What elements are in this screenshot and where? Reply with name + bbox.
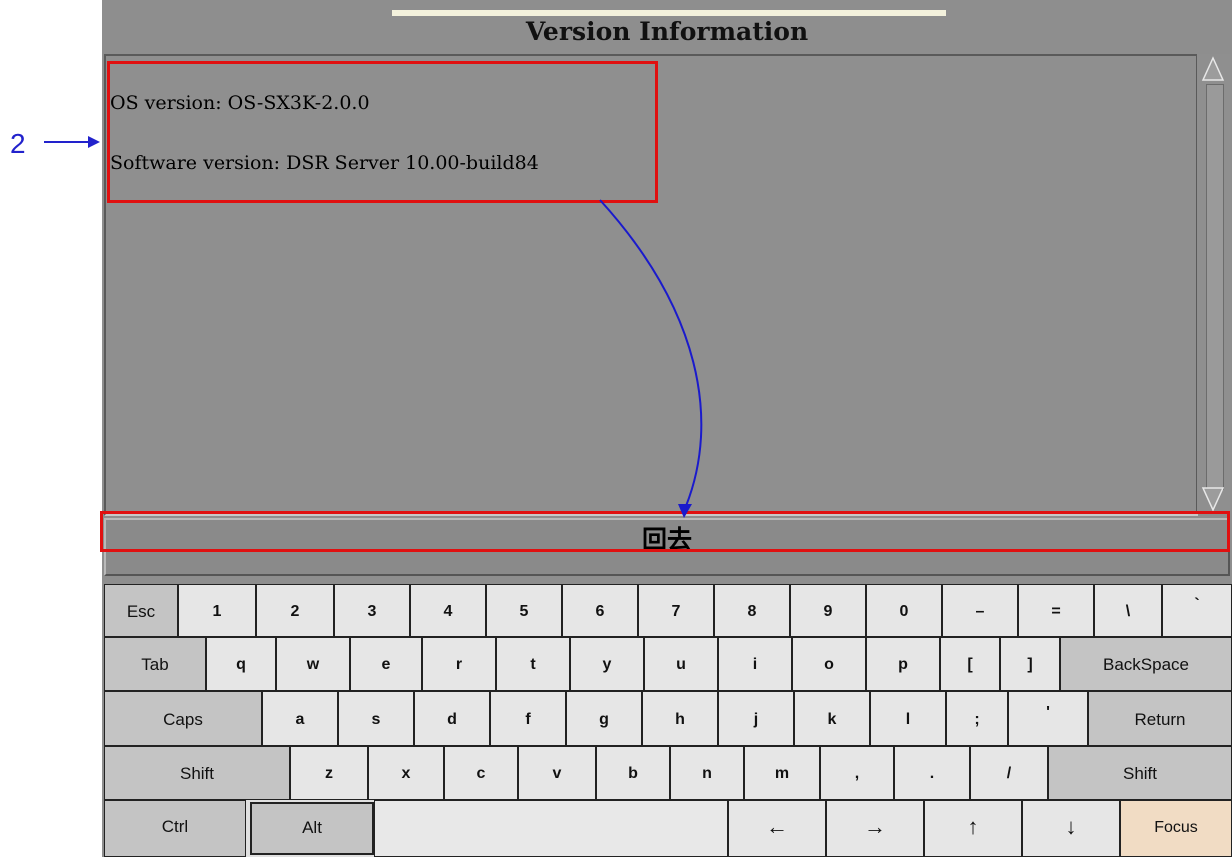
key-d[interactable]: d: [414, 691, 490, 746]
key-quote[interactable]: ': [1008, 691, 1088, 746]
on-screen-keyboard: Esc 1 2 3 4 5 6 7 8 9 0 – = \ ` Tab q w …: [104, 584, 1232, 857]
key-semicolon[interactable]: ;: [946, 691, 1008, 746]
key-arrow-up[interactable]: ↑: [924, 800, 1022, 857]
key-left-bracket[interactable]: [: [940, 637, 1000, 691]
key-2[interactable]: 2: [256, 584, 334, 637]
key-caps[interactable]: Caps: [104, 691, 262, 746]
key-j[interactable]: j: [718, 691, 794, 746]
key-e[interactable]: e: [350, 637, 422, 691]
key-i[interactable]: i: [718, 637, 792, 691]
key-h[interactable]: h: [642, 691, 718, 746]
key-1[interactable]: 1: [178, 584, 256, 637]
key-minus[interactable]: –: [942, 584, 1018, 637]
key-arrow-left[interactable]: ←: [728, 800, 826, 857]
key-k[interactable]: k: [794, 691, 870, 746]
key-tab[interactable]: Tab: [104, 637, 206, 691]
key-x[interactable]: x: [368, 746, 444, 800]
key-backspace[interactable]: BackSpace: [1060, 637, 1232, 691]
key-c[interactable]: c: [444, 746, 518, 800]
key-period[interactable]: .: [894, 746, 970, 800]
key-0[interactable]: 0: [866, 584, 942, 637]
key-u[interactable]: u: [644, 637, 718, 691]
key-9[interactable]: 9: [790, 584, 866, 637]
key-backslash[interactable]: \: [1094, 584, 1162, 637]
key-slash[interactable]: /: [970, 746, 1048, 800]
key-b[interactable]: b: [596, 746, 670, 800]
key-5[interactable]: 5: [486, 584, 562, 637]
key-m[interactable]: m: [744, 746, 820, 800]
key-equals[interactable]: =: [1018, 584, 1094, 637]
key-w[interactable]: w: [276, 637, 350, 691]
key-s[interactable]: s: [338, 691, 414, 746]
key-z[interactable]: z: [290, 746, 368, 800]
key-o[interactable]: o: [792, 637, 866, 691]
key-right-shift[interactable]: Shift: [1048, 746, 1232, 800]
key-4[interactable]: 4: [410, 584, 486, 637]
key-focus[interactable]: Focus: [1120, 800, 1232, 857]
key-6[interactable]: 6: [562, 584, 638, 637]
key-esc[interactable]: Esc: [104, 584, 178, 637]
key-arrow-down[interactable]: ↓: [1022, 800, 1120, 857]
key-f[interactable]: f: [490, 691, 566, 746]
key-r[interactable]: r: [422, 637, 496, 691]
key-t[interactable]: t: [496, 637, 570, 691]
key-arrow-right[interactable]: →: [826, 800, 924, 857]
key-p[interactable]: p: [866, 637, 940, 691]
key-space[interactable]: [374, 800, 728, 857]
key-left-shift[interactable]: Shift: [104, 746, 290, 800]
key-backtick[interactable]: `: [1162, 584, 1232, 637]
key-a[interactable]: a: [262, 691, 338, 746]
key-l[interactable]: l: [870, 691, 946, 746]
key-alt[interactable]: Alt: [250, 802, 374, 855]
key-right-bracket[interactable]: ]: [1000, 637, 1060, 691]
key-ctrl[interactable]: Ctrl: [104, 800, 246, 857]
key-8[interactable]: 8: [714, 584, 790, 637]
key-return[interactable]: Return: [1088, 691, 1232, 746]
key-7[interactable]: 7: [638, 584, 714, 637]
key-g[interactable]: g: [566, 691, 642, 746]
key-n[interactable]: n: [670, 746, 744, 800]
key-comma[interactable]: ,: [820, 746, 894, 800]
key-3[interactable]: 3: [334, 584, 410, 637]
key-v[interactable]: v: [518, 746, 596, 800]
key-y[interactable]: y: [570, 637, 644, 691]
key-q[interactable]: q: [206, 637, 276, 691]
